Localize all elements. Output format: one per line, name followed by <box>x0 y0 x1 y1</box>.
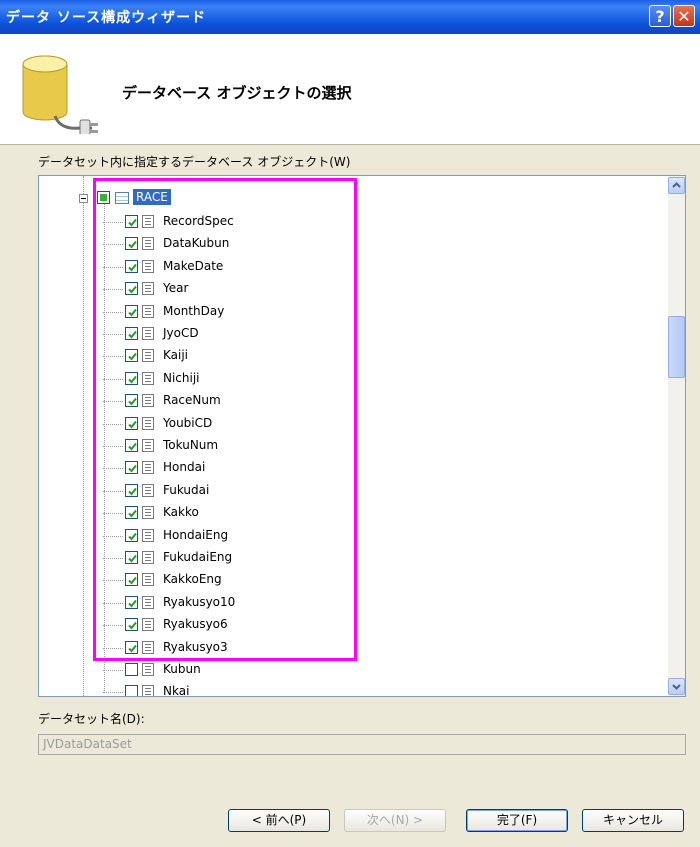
column-label: Kubun <box>163 662 201 676</box>
column-icon <box>142 663 154 676</box>
column-checkbox[interactable] <box>125 663 138 676</box>
column-icon <box>142 685 154 696</box>
tree-scrollbar[interactable] <box>668 176 685 696</box>
collapse-toggle[interactable] <box>79 194 88 203</box>
dataset-name-label: データセット名(D): <box>38 712 145 726</box>
close-button[interactable]: ✕ <box>673 5 695 27</box>
finish-button[interactable]: 完了(F) <box>466 809 568 832</box>
chevron-down-icon <box>672 684 681 690</box>
column-label: Nkai <box>163 684 190 697</box>
scroll-thumb[interactable] <box>668 316 685 378</box>
scroll-down-button[interactable] <box>668 678 685 695</box>
chevron-up-icon <box>672 182 681 188</box>
next-button[interactable]: 次へ(N) > <box>344 809 446 832</box>
window-title: データ ソース構成ウィザード <box>6 10 207 26</box>
database-plug-icon <box>22 55 98 134</box>
cancel-button[interactable]: キャンセル <box>582 809 684 832</box>
back-button[interactable]: < 前へ(P) <box>228 809 330 832</box>
objects-label: データセット内に指定するデータベース オブジェクト(W) <box>38 155 351 169</box>
tree-connector <box>103 670 123 671</box>
page-title: データベース オブジェクトの選択 <box>122 84 352 102</box>
tree-guide <box>83 176 84 696</box>
help-button[interactable]: ? <box>649 5 671 27</box>
title-bar: データ ソース構成ウィザード ? ✕ <box>0 0 700 34</box>
tree-connector <box>103 692 123 694</box>
dataset-name-field[interactable]: JVDataDataSet <box>38 734 686 755</box>
scroll-up-button[interactable] <box>668 177 685 194</box>
column-checkbox[interactable] <box>125 685 138 696</box>
highlight-frame <box>93 178 357 661</box>
